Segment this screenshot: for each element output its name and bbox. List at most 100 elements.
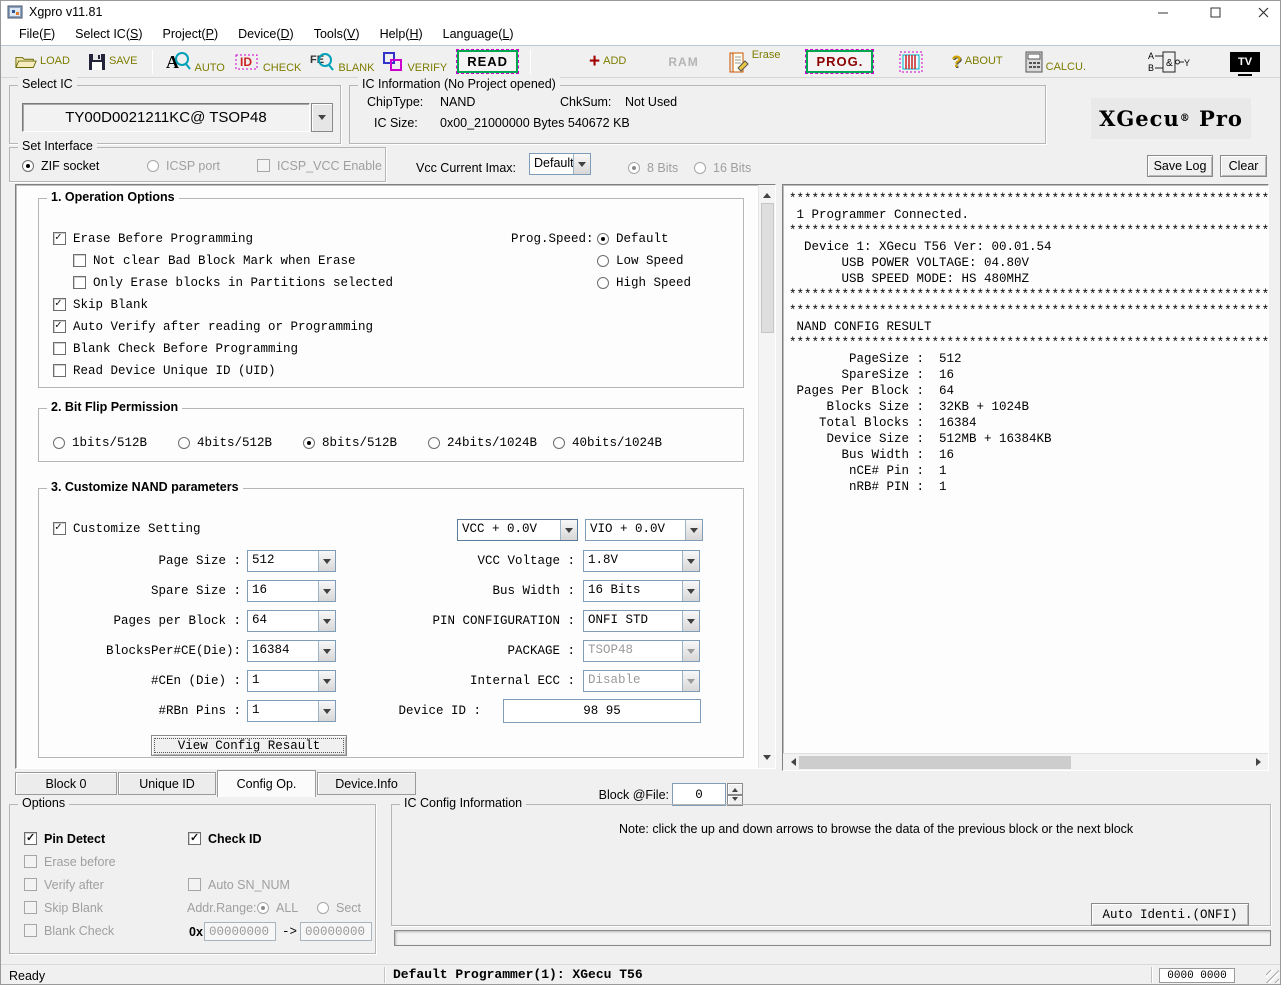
pages-per-block-select[interactable]: 64 bbox=[247, 610, 336, 632]
block-at-file-field[interactable]: 0 bbox=[672, 783, 726, 806]
settings-scrollbar[interactable] bbox=[758, 185, 775, 768]
page-size-select[interactable]: 512 bbox=[247, 550, 336, 572]
op-option-row[interactable]: Skip Blank bbox=[53, 297, 148, 312]
scroll-left-icon[interactable] bbox=[783, 754, 799, 771]
read-button[interactable]: READ bbox=[457, 50, 518, 73]
scrollbar-thumb[interactable] bbox=[799, 756, 1071, 769]
vio-offset-select[interactable]: VIO + 0.0V bbox=[585, 519, 703, 541]
tab-device-info[interactable]: Device.Info bbox=[317, 772, 416, 795]
blank-button[interactable]: FE BLANK bbox=[309, 50, 374, 74]
bit-flip-label: 8bits/512B bbox=[322, 436, 397, 450]
scroll-up-icon[interactable] bbox=[759, 185, 775, 202]
erase-button[interactable]: Erase bbox=[729, 50, 781, 74]
op-option-row[interactable]: Read Device Unique ID (UID) bbox=[53, 363, 276, 378]
ram-button[interactable]: RAM bbox=[668, 55, 698, 69]
plus-icon: + bbox=[589, 52, 600, 71]
zif-socket-radio[interactable]: ZIF socket bbox=[22, 158, 99, 173]
load-button[interactable]: LOAD bbox=[15, 54, 70, 70]
svg-text:B: B bbox=[1148, 63, 1154, 73]
scroll-down-icon[interactable] bbox=[759, 751, 775, 768]
internal-ecc-value: Disable bbox=[584, 671, 682, 691]
xgecu-pro-logo: XGecu® Pro bbox=[1091, 98, 1251, 139]
bus-width-select[interactable]: 16 Bits bbox=[583, 580, 700, 602]
ram-icon: RAM bbox=[668, 55, 698, 69]
auto-identify-onfi-button[interactable]: Auto Identi.(ONFI) bbox=[1091, 903, 1249, 926]
cen-die-select[interactable]: 1 bbox=[247, 670, 336, 692]
about-button[interactable]: ? ABOUT bbox=[951, 53, 1002, 70]
op-option-row[interactable]: Blank Check Before Programming bbox=[53, 341, 298, 356]
device-id-field[interactable]: 98 95 bbox=[503, 699, 701, 723]
tab-block0[interactable]: Block 0 bbox=[15, 772, 117, 795]
blocks-per-ce-select[interactable]: 16384 bbox=[247, 640, 336, 662]
check-button[interactable]: ID CHECK bbox=[235, 50, 302, 74]
log-horizontal-scrollbar[interactable] bbox=[783, 753, 1268, 770]
rbn-pins-select[interactable]: 1 bbox=[247, 700, 336, 722]
close-button[interactable] bbox=[1247, 1, 1279, 23]
bit-flip-radio[interactable]: 4bits/512B bbox=[178, 435, 272, 450]
speed-low-radio[interactable]: Low Speed bbox=[597, 253, 684, 268]
pin-detect-checkbox[interactable]: Pin Detect bbox=[24, 831, 105, 846]
chip-button[interactable] bbox=[897, 49, 925, 75]
bit-flip-radio[interactable]: 1bits/512B bbox=[53, 435, 147, 450]
pin-configuration-select[interactable]: ONFI STD bbox=[583, 610, 700, 632]
spare-size-select[interactable]: 16 bbox=[247, 580, 336, 602]
menu-item-help[interactable]: Help(H) bbox=[370, 25, 433, 43]
tv-button[interactable]: TV bbox=[1230, 52, 1260, 72]
bit-flip-label: 40bits/1024B bbox=[572, 436, 662, 450]
auto-button[interactable]: A AUTO bbox=[165, 50, 225, 74]
tab-unique-id[interactable]: Unique ID bbox=[118, 772, 216, 795]
chip-type-value: NAND bbox=[440, 95, 475, 109]
vcc-offset-select[interactable]: VCC + 0.0V bbox=[457, 519, 578, 541]
tab-config-op[interactable]: Config Op. bbox=[217, 770, 316, 797]
op-option-row[interactable]: Erase Before Programming bbox=[53, 231, 253, 246]
icsp-port-label: ICSP port bbox=[166, 159, 220, 173]
view-config-result-button[interactable]: View Config Resault bbox=[151, 735, 347, 756]
cen-die-value: 1 bbox=[248, 671, 318, 691]
open-folder-icon bbox=[15, 54, 37, 70]
menu-item-device[interactable]: Device(D) bbox=[228, 25, 304, 43]
add-button[interactable]: + ADD bbox=[589, 52, 626, 71]
menu-item-file[interactable]: File(F) bbox=[9, 25, 65, 43]
radio-icon bbox=[257, 902, 269, 914]
menu-item-language[interactable]: Language(L) bbox=[433, 25, 524, 43]
scrollbar-thumb[interactable] bbox=[761, 203, 774, 333]
calculator-icon bbox=[1025, 51, 1043, 73]
op-option-row[interactable]: Not clear Bad Block Mark when Erase bbox=[73, 253, 356, 268]
menu-item-select-ic[interactable]: Select IC(S) bbox=[65, 25, 152, 43]
spare-size-value: 16 bbox=[248, 581, 318, 601]
calcu-button[interactable]: CALCU. bbox=[1025, 51, 1086, 73]
customize-setting-checkbox[interactable]: Customize Setting bbox=[53, 521, 201, 536]
menu-item-tools[interactable]: Tools(V) bbox=[304, 25, 370, 43]
maximize-button[interactable] bbox=[1199, 1, 1231, 23]
auto-label: AUTO bbox=[195, 63, 225, 74]
minimize-button[interactable] bbox=[1147, 1, 1179, 23]
chksum-label: ChkSum: bbox=[560, 95, 611, 109]
vcc-voltage-select[interactable]: 1.8V bbox=[583, 550, 700, 572]
bit-flip-radio[interactable]: 40bits/1024B bbox=[553, 435, 662, 450]
logic-gate-button[interactable]: A B & Y bbox=[1148, 49, 1190, 75]
bit-flip-radio[interactable]: 8bits/512B bbox=[303, 435, 397, 450]
selected-ic-value[interactable]: TY00D0021211KC@ TSOP48 bbox=[22, 103, 310, 132]
speed-default-radio[interactable]: Default bbox=[597, 231, 669, 246]
clear-button[interactable]: Clear bbox=[1220, 155, 1267, 177]
check-id-checkbox[interactable]: Check ID bbox=[188, 831, 262, 846]
chip-icon bbox=[897, 49, 925, 75]
save-button[interactable]: SAVE bbox=[88, 53, 138, 71]
resize-grip[interactable] bbox=[1266, 970, 1279, 983]
bits-16-radio: 16 Bits bbox=[694, 160, 751, 175]
menu-item-project[interactable]: Project(P) bbox=[153, 25, 229, 43]
bit-flip-radio[interactable]: 24bits/1024B bbox=[428, 435, 537, 450]
vcc-imax-select[interactable]: Default bbox=[529, 153, 591, 175]
op-option-row[interactable]: Auto Verify after reading or Programming bbox=[53, 319, 373, 334]
scroll-right-icon[interactable] bbox=[1252, 754, 1268, 771]
speed-high-radio[interactable]: High Speed bbox=[597, 275, 691, 290]
spin-up-button[interactable] bbox=[727, 783, 743, 795]
checkbox-icon bbox=[24, 855, 37, 868]
op-option-row[interactable]: Only Erase blocks in Partitions selected bbox=[73, 275, 393, 290]
tab-label: Block 0 bbox=[46, 777, 87, 791]
save-log-button[interactable]: Save Log bbox=[1147, 155, 1213, 177]
package-select: TSOP48 bbox=[583, 640, 700, 662]
prog-button[interactable]: PROG. bbox=[806, 50, 873, 73]
select-ic-dropdown-button[interactable] bbox=[311, 103, 333, 132]
verify-button[interactable]: VERIFY bbox=[382, 50, 447, 74]
